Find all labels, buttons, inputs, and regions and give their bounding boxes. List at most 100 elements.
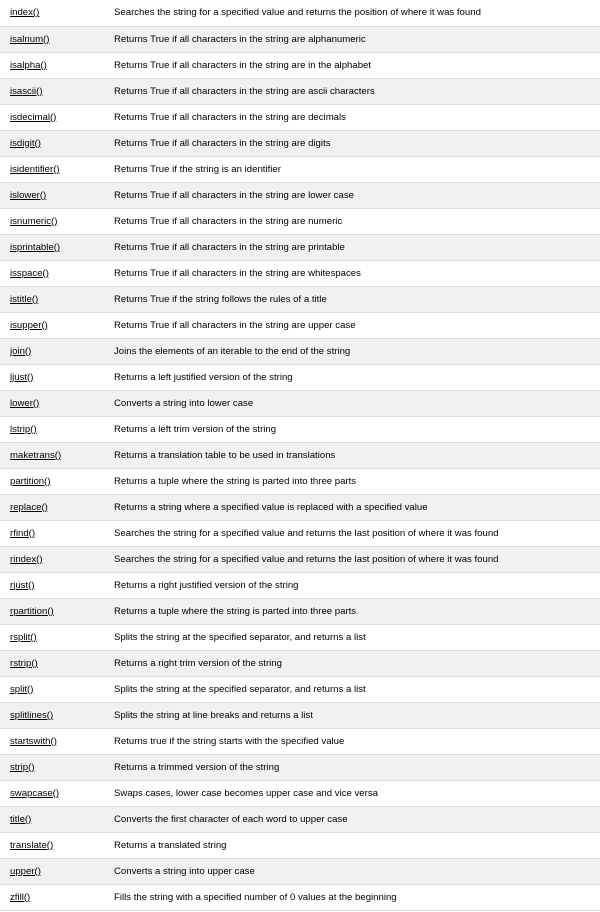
method-name-cell: isnumeric() bbox=[0, 208, 104, 235]
table-row: swapcase() Swaps cases, lower case become… bbox=[0, 780, 600, 807]
method-link[interactable]: lstrip() bbox=[10, 424, 37, 435]
table-row: translate() Returns a translated string bbox=[0, 832, 600, 859]
method-link[interactable]: isdigit() bbox=[10, 138, 41, 149]
method-link[interactable]: isspace() bbox=[10, 268, 49, 279]
method-link[interactable]: zfill() bbox=[10, 892, 30, 903]
method-name-cell: lower() bbox=[0, 390, 104, 417]
method-link[interactable]: index() bbox=[10, 7, 39, 18]
table-row: isascii() Returns True if all characters … bbox=[0, 78, 600, 105]
method-name-cell: rpartition() bbox=[0, 598, 104, 625]
method-description: Returns True if all characters in the st… bbox=[104, 130, 600, 157]
table-row: rsplit() Splits the string at the specifi… bbox=[0, 624, 600, 651]
method-link[interactable]: rjust() bbox=[10, 580, 35, 591]
table-row: isidentifier() Returns True if the string… bbox=[0, 156, 600, 183]
table-row: split() Splits the string at the specifie… bbox=[0, 676, 600, 703]
method-description: Splits the string at the specified separ… bbox=[104, 676, 600, 703]
method-description: Returns True if all characters in the st… bbox=[104, 104, 600, 131]
method-description: Converts the first character of each wor… bbox=[104, 806, 600, 833]
method-link[interactable]: rsplit() bbox=[10, 632, 37, 643]
method-name-cell: isdecimal() bbox=[0, 104, 104, 131]
table-row: islower() Returns True if all characters … bbox=[0, 182, 600, 209]
method-link[interactable]: isdecimal() bbox=[10, 112, 56, 123]
method-link[interactable]: ljust() bbox=[10, 372, 33, 383]
method-name-cell: splitlines() bbox=[0, 702, 104, 729]
method-link[interactable]: upper() bbox=[10, 866, 41, 877]
method-link[interactable]: isalpha() bbox=[10, 60, 47, 71]
method-link[interactable]: isnumeric() bbox=[10, 216, 57, 227]
table-row: isalpha() Returns True if all characters … bbox=[0, 52, 600, 79]
method-link[interactable]: isupper() bbox=[10, 320, 48, 331]
method-link[interactable]: rfind() bbox=[10, 528, 35, 539]
method-link[interactable]: lower() bbox=[10, 398, 39, 409]
table-row: startswith() Returns true if the string s… bbox=[0, 728, 600, 755]
method-name-cell: isprintable() bbox=[0, 234, 104, 261]
table-row: istitle() Returns True if the string foll… bbox=[0, 286, 600, 313]
method-link[interactable]: isidentifier() bbox=[10, 164, 60, 175]
method-description: Returns True if all characters in the st… bbox=[104, 260, 600, 287]
method-name-cell: islower() bbox=[0, 182, 104, 209]
method-link[interactable]: rpartition() bbox=[10, 606, 54, 617]
method-name-cell: istitle() bbox=[0, 286, 104, 313]
method-name-cell: swapcase() bbox=[0, 780, 104, 807]
method-description: Returns true if the string starts with t… bbox=[104, 728, 600, 755]
method-link[interactable]: strip() bbox=[10, 762, 35, 773]
method-link[interactable]: title() bbox=[10, 814, 31, 825]
method-link[interactable]: rstrip() bbox=[10, 658, 38, 669]
method-link[interactable]: partition() bbox=[10, 476, 51, 487]
table-row: partition() Returns a tuple where the str… bbox=[0, 468, 600, 495]
method-link[interactable]: split() bbox=[10, 684, 33, 695]
table-row: lower() Converts a string into lower case bbox=[0, 390, 600, 417]
method-description: Returns a right justified version of the… bbox=[104, 572, 600, 599]
method-link[interactable]: splitlines() bbox=[10, 710, 53, 721]
method-description: Returns True if all characters in the st… bbox=[104, 208, 600, 235]
method-link[interactable]: rindex() bbox=[10, 554, 43, 565]
method-link[interactable]: maketrans() bbox=[10, 450, 61, 461]
method-description: Returns True if all characters in the st… bbox=[104, 312, 600, 339]
table-row: isnumeric() Returns True if all character… bbox=[0, 208, 600, 235]
method-description: Searches the string for a specified valu… bbox=[104, 546, 600, 573]
method-name-cell: isupper() bbox=[0, 312, 104, 339]
method-description: Returns True if all characters in the st… bbox=[104, 182, 600, 209]
method-description: Searches the string for a specified valu… bbox=[104, 520, 600, 547]
method-description: Returns a tuple where the string is part… bbox=[104, 468, 600, 495]
method-description: Returns a tuple where the string is part… bbox=[104, 598, 600, 625]
method-name-cell: strip() bbox=[0, 754, 104, 781]
method-link[interactable]: swapcase() bbox=[10, 788, 59, 799]
method-link[interactable]: replace() bbox=[10, 502, 48, 513]
method-description: Returns a translation table to be used i… bbox=[104, 442, 600, 469]
method-description: Returns True if all characters in the st… bbox=[104, 26, 600, 53]
method-name-cell: translate() bbox=[0, 832, 104, 859]
method-link[interactable]: isprintable() bbox=[10, 242, 60, 253]
method-link[interactable]: translate() bbox=[10, 840, 53, 851]
method-link[interactable]: startswith() bbox=[10, 736, 57, 747]
method-name-cell: rindex() bbox=[0, 546, 104, 573]
method-name-cell: rjust() bbox=[0, 572, 104, 599]
method-link[interactable]: isalnum() bbox=[10, 34, 49, 45]
table-row: rstrip() Returns a right trim version of … bbox=[0, 650, 600, 677]
method-link[interactable]: istitle() bbox=[10, 294, 38, 305]
method-description: Returns a right trim version of the stri… bbox=[104, 650, 600, 677]
table-row: rpartition() Returns a tuple where the st… bbox=[0, 598, 600, 625]
method-name-cell: isdigit() bbox=[0, 130, 104, 157]
method-link[interactable]: join() bbox=[10, 346, 31, 357]
method-name-cell: isalnum() bbox=[0, 26, 104, 53]
method-description: Splits the string at the specified separ… bbox=[104, 624, 600, 651]
method-name-cell: maketrans() bbox=[0, 442, 104, 469]
method-name-cell: split() bbox=[0, 676, 104, 703]
table-row: rjust() Returns a right justified version… bbox=[0, 572, 600, 599]
method-description: Searches the string for a specified valu… bbox=[104, 0, 600, 27]
method-description: Returns True if the string is an identif… bbox=[104, 156, 600, 183]
method-name-cell: isspace() bbox=[0, 260, 104, 287]
table-row: title() Converts the first character of e… bbox=[0, 806, 600, 833]
method-name-cell: join() bbox=[0, 338, 104, 365]
method-description: Returns a left justified version of the … bbox=[104, 364, 600, 391]
method-name-cell: partition() bbox=[0, 468, 104, 495]
method-name-cell: index() bbox=[0, 0, 104, 27]
method-link[interactable]: islower() bbox=[10, 190, 46, 201]
table-row: isdecimal() Returns True if all character… bbox=[0, 104, 600, 131]
method-description: Returns True if all characters in the st… bbox=[104, 52, 600, 79]
method-name-cell: lstrip() bbox=[0, 416, 104, 443]
table-row: upper() Converts a string into upper case bbox=[0, 858, 600, 885]
method-link[interactable]: isascii() bbox=[10, 86, 43, 97]
method-name-cell: isidentifier() bbox=[0, 156, 104, 183]
